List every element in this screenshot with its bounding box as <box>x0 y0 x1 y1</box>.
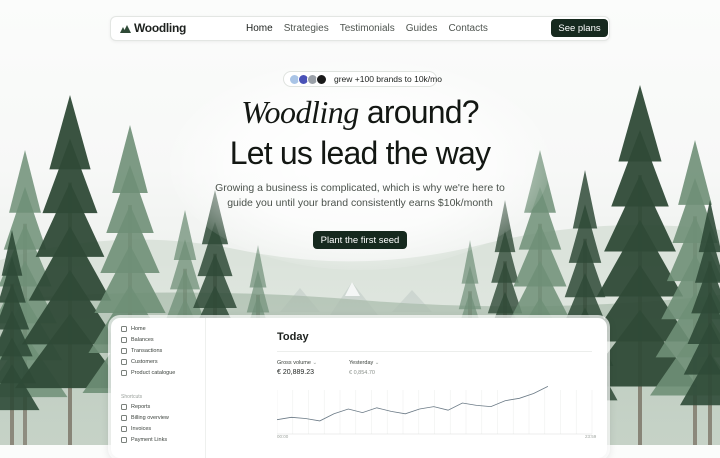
nav-link-strategies[interactable]: Strategies <box>284 23 329 34</box>
sidebar-item-product-catalogue[interactable]: Product catalogue <box>121 370 175 376</box>
dashboard-title: Today <box>277 331 309 343</box>
chart-time-end: 23:59 <box>585 434 596 439</box>
navbar: Woodling Home Strategies Testimonials Gu… <box>110 16 610 41</box>
chevron-down-icon: ⌄ <box>375 360 380 366</box>
sidebar-item-label: Payment Links <box>131 437 167 443</box>
chart-time-start: 00:00 <box>277 434 288 439</box>
brand-avatars <box>289 74 325 85</box>
badge-text: grew +100 brands to 10k/mo <box>334 74 442 84</box>
hero-title-rest: around? <box>367 94 479 130</box>
clock-icon <box>121 404 127 410</box>
sidebar-item-label: Balances <box>131 337 154 343</box>
see-plans-button[interactable]: See plans <box>551 19 608 37</box>
dashboard-preview: Home Balances Transactions Customers Pro… <box>111 318 607 458</box>
yesterday-dropdown[interactable]: Yesterday ⌄ <box>349 360 379 366</box>
hero-subtitle-line1: Growing a business is complicated, which… <box>0 181 720 196</box>
chevron-down-icon: ⌄ <box>312 360 317 366</box>
sidebar-item-payment-links[interactable]: Payment Links <box>121 437 167 443</box>
clock-icon <box>121 437 127 443</box>
box-icon <box>121 370 127 376</box>
nav-link-contacts[interactable]: Contacts <box>448 23 487 34</box>
hero-subtitle-line2: guide you until your brand consistently … <box>0 196 720 211</box>
sidebar-item-reports[interactable]: Reports <box>121 404 150 410</box>
divider <box>277 351 592 352</box>
plant-first-seed-button[interactable]: Plant the first seed <box>313 231 407 249</box>
user-icon <box>121 359 127 365</box>
sidebar-item-label: Customers <box>131 359 158 365</box>
sidebar-item-balances[interactable]: Balances <box>121 337 154 343</box>
brand-name: Woodling <box>134 20 186 37</box>
brand-logo[interactable]: Woodling <box>119 20 186 37</box>
gross-volume-label: Gross volume <box>277 360 311 366</box>
nav-link-guides[interactable]: Guides <box>406 23 438 34</box>
sidebar-item-invoices[interactable]: Invoices <box>121 426 151 432</box>
gross-volume-dropdown[interactable]: Gross volume ⌄ <box>277 360 317 366</box>
sidebar-item-label: Home <box>131 326 146 332</box>
nav-links: Home Strategies Testimonials Guides Cont… <box>246 17 488 40</box>
sidebar-item-label: Reports <box>131 404 150 410</box>
sidebar-item-label: Transactions <box>131 348 162 354</box>
yesterday-value: € 0,854.70 <box>349 370 375 376</box>
sidebar-item-label: Product catalogue <box>131 370 175 376</box>
nav-link-testimonials[interactable]: Testimonials <box>340 23 395 34</box>
clock-icon <box>121 426 127 432</box>
sidebar-item-billing-overview[interactable]: Billing overview <box>121 415 169 421</box>
social-proof-badge: grew +100 brands to 10k/mo <box>283 71 437 87</box>
transfer-icon <box>121 348 127 354</box>
nav-link-home[interactable]: Home <box>246 23 273 34</box>
sidebar-item-label: Billing overview <box>131 415 169 421</box>
dashboard-sidebar: Home Balances Transactions Customers Pro… <box>111 318 206 458</box>
home-icon <box>121 326 127 332</box>
gross-volume-chart <box>277 380 597 440</box>
yesterday-label: Yesterday <box>349 360 373 366</box>
gross-volume-line <box>277 386 548 421</box>
sidebar-item-home[interactable]: Home <box>121 326 146 332</box>
hero-title-italic: Woodling <box>241 94 359 130</box>
sidebar-item-label: Invoices <box>131 426 151 432</box>
hero-title-line1: Woodling around? <box>0 93 720 131</box>
shortcuts-heading: Shortcuts <box>121 394 142 400</box>
gross-volume-value: € 20,889.23 <box>277 369 314 376</box>
clock-icon <box>121 415 127 421</box>
sidebar-item-customers[interactable]: Customers <box>121 359 158 365</box>
brand-avatar-icon <box>316 74 327 85</box>
hero-title-line2: Let us lead the way <box>0 134 720 172</box>
wallet-icon <box>121 337 127 343</box>
tree-logo-icon <box>119 23 131 34</box>
sidebar-item-transactions[interactable]: Transactions <box>121 348 162 354</box>
